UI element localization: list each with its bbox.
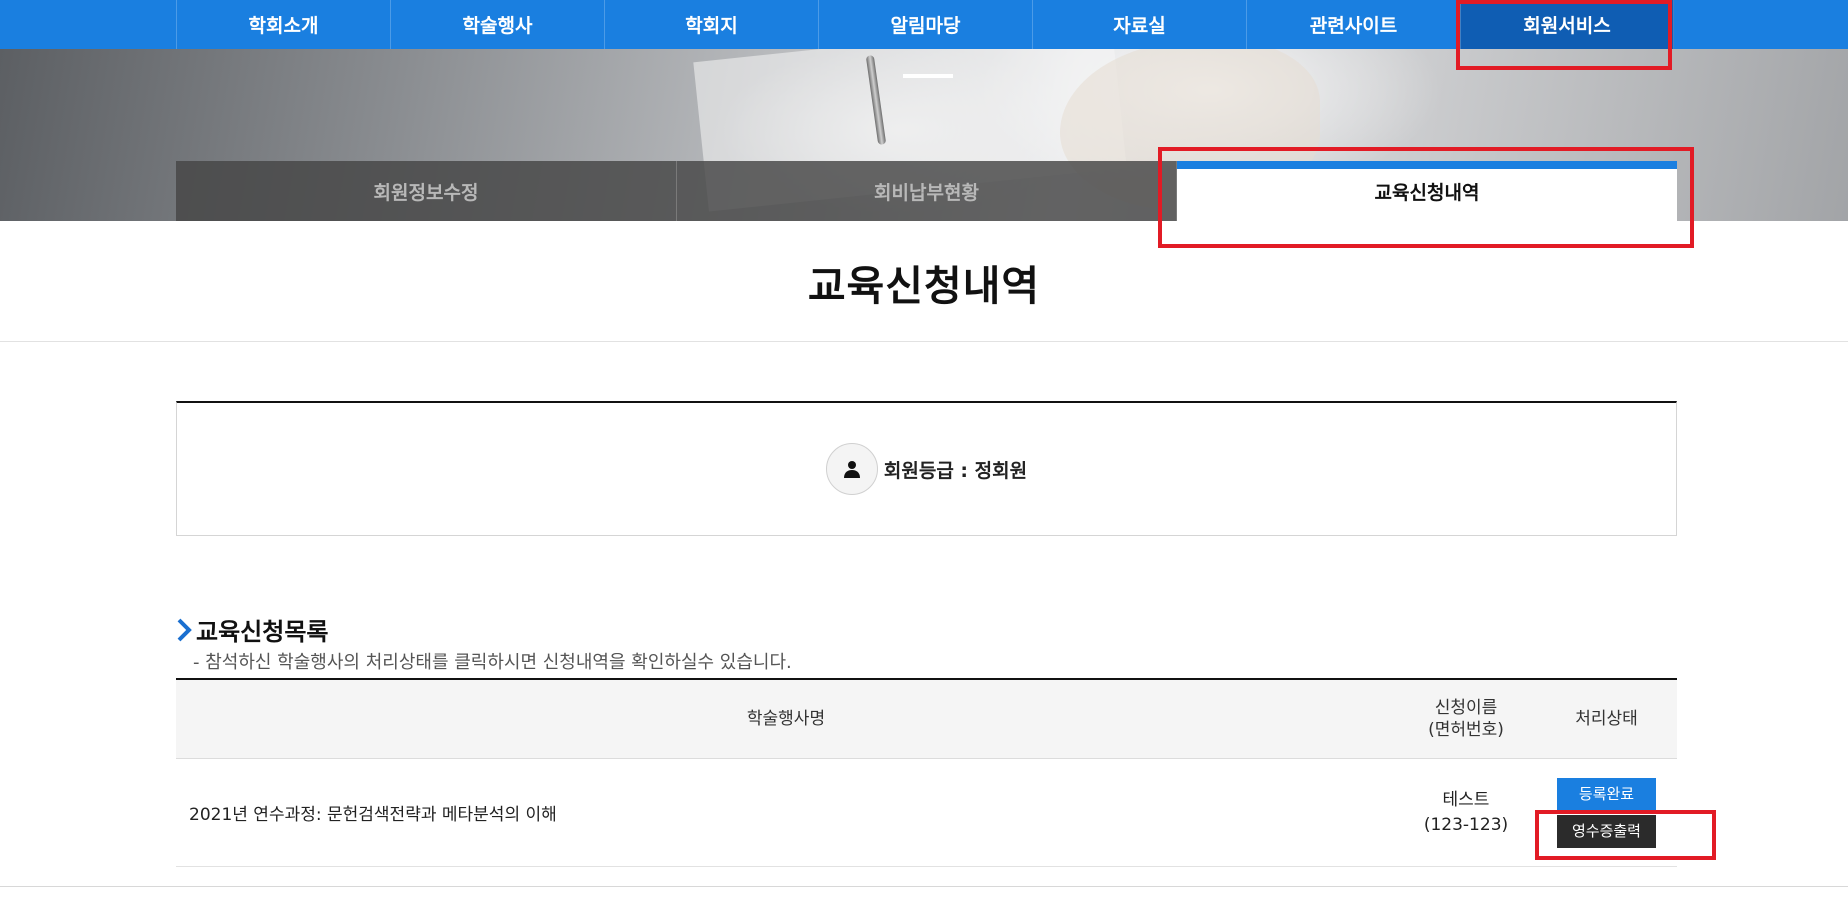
section-heading: 교육신청목록 <box>176 612 328 647</box>
header-status: 처리상태 <box>1536 678 1677 759</box>
table-header-row: 학술행사명 신청이름 (면허번호) 처리상태 <box>176 678 1677 759</box>
bottom-divider <box>0 886 1848 887</box>
header-license-number: (면허번호) <box>1428 720 1504 740</box>
member-grade-box: 회원등급 : 정회원 <box>176 401 1677 536</box>
avatar <box>825 443 878 495</box>
print-receipt-button[interactable]: 영수증출력 <box>1557 814 1656 848</box>
nav-item-journal[interactable]: 학회지 <box>604 0 818 49</box>
section-description: - 참석하신 학술행사의 처리상태를 클릭하시면 신청내역을 확인하실수 있습니… <box>193 652 792 673</box>
page-title: 교육신청내역 <box>807 262 1041 310</box>
top-nav-items: 학회소개 학술행사 학회지 알림마당 자료실 관련사이트 회원서비스 <box>176 0 1674 49</box>
menu-indicator-bar <box>903 74 953 78</box>
table-row: 2021년 연수과정: 문헌검색전략과 메타분석의 이해 테스트 (123-12… <box>176 758 1677 867</box>
cell-license-number: (123-123) <box>1423 814 1509 835</box>
nav-item-related-sites[interactable]: 관련사이트 <box>1246 0 1460 49</box>
education-application-table: 학술행사명 신청이름 (면허번호) 처리상태 2021년 연수과정: 문헌검색전… <box>176 678 1677 867</box>
title-divider <box>0 341 1848 342</box>
top-navigation: 학회소개 학술행사 학회지 알림마당 자료실 관련사이트 회원서비스 <box>0 0 1848 49</box>
header-applicant-name: 신청이름 <box>1434 698 1498 718</box>
nav-item-member-services[interactable]: 회원서비스 <box>1460 0 1674 49</box>
section-title: 교육신청목록 <box>196 618 329 646</box>
nav-item-notices[interactable]: 알림마당 <box>818 0 1032 49</box>
nav-item-academic-events[interactable]: 학술행사 <box>390 0 604 49</box>
cell-status: 등록완료 영수증출력 <box>1536 758 1677 867</box>
registration-complete-button[interactable]: 등록완료 <box>1557 777 1656 811</box>
tab-education-applications[interactable]: 교육신청내역 <box>1177 161 1677 221</box>
header-applicant: 신청이름 (면허번호) <box>1396 678 1536 759</box>
sub-tabs: 회원정보수정 회비납부현황 교육신청내역 <box>176 161 1677 221</box>
cell-event-name: 2021년 연수과정: 문헌검색전략과 메타분석의 이해 <box>176 758 1396 867</box>
tab-edit-member-info[interactable]: 회원정보수정 <box>176 161 676 221</box>
cell-applicant-name: 테스트 <box>1442 789 1490 810</box>
user-icon <box>843 461 860 478</box>
nav-item-about[interactable]: 학회소개 <box>176 0 390 49</box>
chevron-right-icon <box>177 618 192 641</box>
header-event-name: 학술행사명 <box>176 678 1396 759</box>
cell-applicant: 테스트 (123-123) <box>1396 758 1536 867</box>
tab-membership-fee-status[interactable]: 회비납부현황 <box>676 161 1177 221</box>
member-grade-label: 회원등급 : 정회원 <box>883 459 1028 482</box>
nav-item-archive[interactable]: 자료실 <box>1032 0 1246 49</box>
